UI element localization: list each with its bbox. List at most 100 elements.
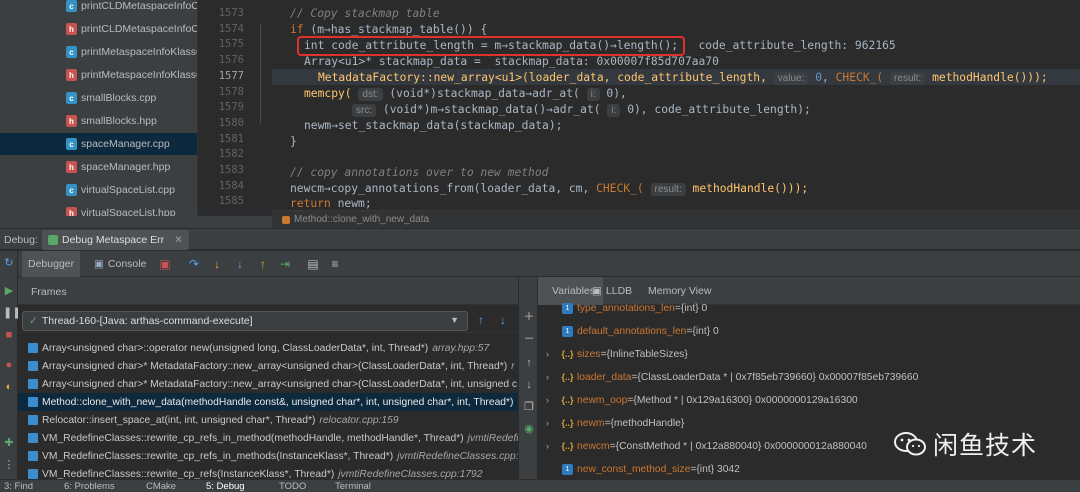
remove-watch-icon[interactable]: － (523, 333, 535, 345)
frame-row[interactable]: Relocator::insert_space_at(int, int, uns… (18, 411, 518, 429)
copy-icon[interactable]: ❐ (523, 401, 535, 413)
add-watch-icon[interactable]: ＋ (523, 311, 535, 323)
struct-icon: {..} (561, 395, 574, 405)
code-line-1577[interactable]: Array<u1>* stackmap_data = stackmap_data… (304, 54, 719, 70)
tree-file-item[interactable]: c smallBlocks.cpp (66, 87, 156, 109)
line-number[interactable]: 1576 (198, 53, 244, 69)
line-number[interactable]: 1573 (198, 6, 244, 22)
resume-icon[interactable]: ▶ (3, 285, 15, 297)
step-out-icon[interactable]: ↑ (256, 257, 270, 271)
step-into-icon[interactable]: ↓ (210, 257, 224, 271)
step-over-icon[interactable]: ↷ (187, 257, 201, 271)
close-icon[interactable]: ✕ (174, 234, 183, 246)
code-line-1585[interactable]: newcm→copy_annotations_from(loader_data,… (290, 181, 808, 197)
code-line-1586[interactable]: return newm; (290, 196, 372, 210)
tab-cmake[interactable]: CMake (146, 480, 176, 492)
frames-header: Frames (18, 277, 518, 305)
variable-value: {int} 3042 (696, 463, 740, 475)
rerun-icon[interactable]: ↻ (3, 257, 15, 269)
tree-file-item[interactable]: h virtualSpaceList.hpp (66, 202, 176, 216)
tab-find[interactable]: 3: Find (4, 480, 33, 492)
frame-signature: VM_RedefineClasses::rewrite_cp_refs_in_m… (42, 432, 464, 444)
tab-console[interactable]: ▣ Console (88, 251, 152, 277)
variable-row[interactable]: › {..} newm_oop = {Method * | 0x129a16300}… (538, 389, 1080, 411)
chevron-right-icon[interactable]: › (546, 441, 556, 451)
code-line-1581[interactable]: newm→set_stackmap_data(stackmap_data); (304, 118, 562, 134)
tab-terminal[interactable]: Terminal (335, 480, 371, 492)
code-line-1582[interactable]: } (290, 134, 297, 150)
debug-session-tab[interactable]: Debug Metaspace Err ✕ (42, 230, 189, 250)
line-number[interactable]: 1574 (198, 22, 244, 38)
frame-row[interactable]: VM_RedefineClasses::rewrite_cp_refs_in_m… (18, 447, 518, 465)
tab-problems[interactable]: 6: Problems (64, 480, 115, 492)
previous-frame-icon[interactable]: ↑ (478, 313, 484, 327)
evaluate-icon[interactable]: ▤ (306, 257, 320, 271)
mute-breakpoints-icon[interactable]: ◐ (3, 381, 15, 393)
tab-debug[interactable]: 5: Debug (206, 480, 245, 492)
line-number[interactable]: 1581 (198, 132, 244, 148)
line-number[interactable]: 1580 (198, 116, 244, 132)
frame-row[interactable]: Array<unsigned char>* MetadataFactory::n… (18, 375, 518, 393)
variable-value: {Method * | 0x129a16300} 0x0000000129a16… (633, 394, 858, 406)
frame-signature: VM_RedefineClasses::rewrite_cp_refs_in_m… (42, 450, 394, 462)
code-line-1580[interactable]: src: (void*)m→stackmap_data()→adr_at( i:… (352, 102, 811, 118)
code-line-1579[interactable]: memcpy( dst: (void*)stackmap_data→adr_at… (304, 86, 627, 102)
tree-file-item[interactable]: c printMetaspaceInfoKlassC (66, 41, 197, 63)
tree-file-item[interactable]: c printCLDMetaspaceInfoCl (66, 0, 197, 17)
cpp-file-icon: c (66, 92, 77, 104)
line-number[interactable]: 1579 (198, 100, 244, 116)
line-number[interactable]: 1578 (198, 85, 244, 101)
stack-frame-icon (28, 361, 38, 371)
chevron-right-icon[interactable]: › (546, 349, 556, 359)
variable-row[interactable]: › {..} sizes = {InlineTableSizes} (538, 343, 1080, 365)
stack-frame-icon (28, 469, 38, 479)
line-number[interactable]: 1582 (198, 147, 244, 163)
chevron-right-icon[interactable]: › (546, 372, 556, 382)
variable-row[interactable]: 1 type_annotations_len = {int} 0 (538, 297, 1080, 319)
line-number[interactable]: 1575 (198, 37, 244, 53)
frame-location: jvmtiRedefineClasses.cpp: (397, 450, 518, 462)
code-editor[interactable]: // Copy stackmap table if (m→has_stackma… (272, 0, 1080, 210)
tree-file-item[interactable]: h printCLDMetaspaceInfoCl (66, 18, 197, 40)
thread-selector-row: ✓ Thread-160-[Java: arthas-command-execu… (18, 309, 518, 333)
code-line-1578[interactable]: MetadataFactory::new_array<u1>(loader_da… (318, 70, 1048, 86)
layout-icon[interactable]: ▣ (158, 257, 172, 271)
force-step-into-icon[interactable]: ↓ (233, 257, 247, 271)
tree-file-item[interactable]: h spaceManager.hpp (66, 156, 170, 178)
stop-icon[interactable]: ■ (3, 329, 15, 341)
line-number[interactable]: 1583 (198, 163, 244, 179)
frame-row[interactable]: VM_RedefineClasses::rewrite_cp_refs_in_m… (18, 429, 518, 447)
pause-icon[interactable]: ❚❚ (3, 307, 21, 319)
frame-row[interactable]: Array<unsigned char>::operator new(unsig… (18, 339, 518, 357)
view-breakpoints-icon[interactable]: ● (3, 359, 15, 371)
pin-icon[interactable]: ✚ (3, 437, 15, 449)
tree-file-item[interactable]: c spaceManager.cpp (0, 133, 197, 155)
debug-left-toolstrip: ↻ ▶ ❚❚ ■ ● ◐ ✚ ⋮ (0, 251, 21, 479)
next-frame-icon[interactable]: ↓ (500, 313, 506, 327)
settings-list-icon[interactable]: ≡ (328, 257, 342, 271)
frame-row[interactable]: Array<unsigned char>* MetadataFactory::n… (18, 357, 518, 375)
line-number[interactable]: 1585 (198, 194, 244, 210)
tab-todo[interactable]: TODO (279, 480, 306, 492)
code-line-1574[interactable]: // Copy stackmap table (290, 6, 440, 22)
show-types-icon[interactable]: ◉ (523, 423, 535, 435)
move-down-icon[interactable]: ↓ (523, 379, 535, 391)
thread-dropdown[interactable]: ✓ Thread-160-[Java: arthas-command-execu… (22, 311, 468, 331)
line-number[interactable]: 1577 (198, 69, 244, 85)
chevron-right-icon[interactable]: › (546, 418, 556, 428)
run-to-cursor-icon[interactable]: ⇥ (278, 257, 292, 271)
tab-debugger[interactable]: Debugger (22, 251, 81, 277)
code-line-1584[interactable]: // copy annotations over to new method (290, 165, 548, 181)
more-icon[interactable]: ⋮ (3, 459, 15, 471)
variable-row[interactable]: › {..} loader_data = {ClassLoaderData * | … (538, 366, 1080, 388)
frame-row[interactable]: Method::clone_with_new_data(methodHandle… (18, 393, 518, 411)
variable-row[interactable]: 1 default_annotations_len = {int} 0 (538, 320, 1080, 342)
tree-file-item[interactable]: h smallBlocks.hpp (66, 110, 157, 132)
move-up-icon[interactable]: ↑ (523, 357, 535, 369)
tree-footer (0, 216, 272, 228)
chevron-right-icon[interactable]: › (546, 395, 556, 405)
breadcrumb[interactable]: Method::clone_with_new_data (294, 214, 429, 225)
tree-file-item[interactable]: c virtualSpaceList.cpp (66, 179, 175, 201)
line-number[interactable]: 1584 (198, 179, 244, 195)
tree-file-item[interactable]: h printMetaspaceInfoKlassC (66, 64, 197, 86)
